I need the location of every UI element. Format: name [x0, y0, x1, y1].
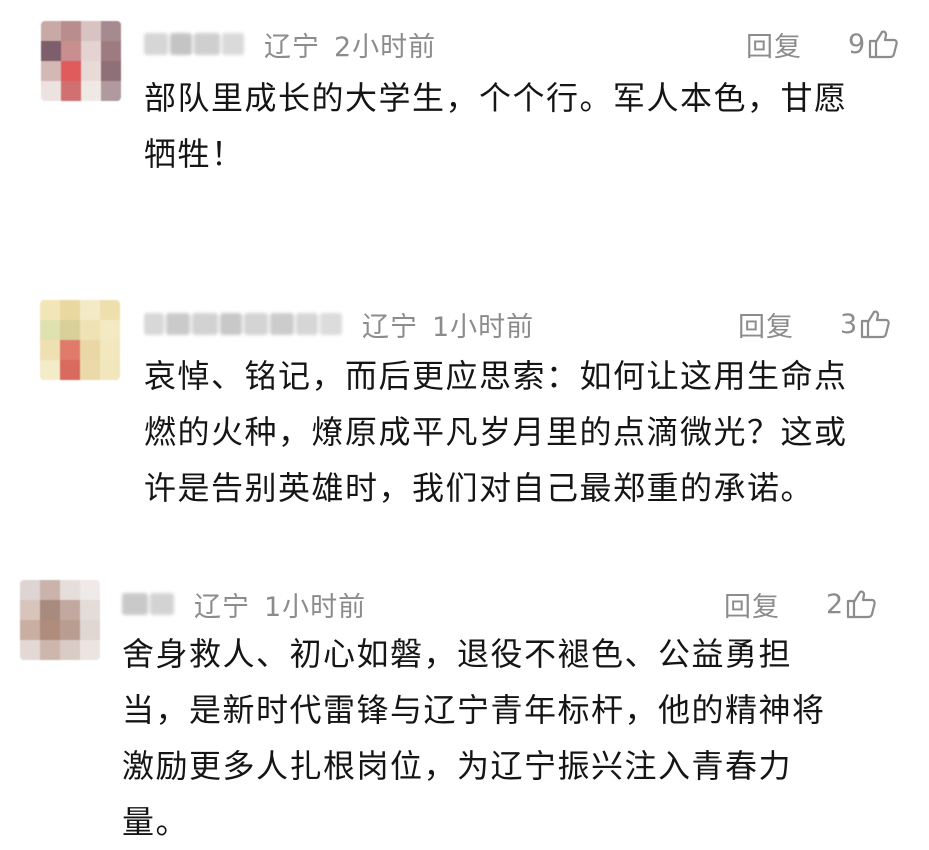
timestamp: 2小时前	[334, 31, 437, 63]
avatar-pixel	[100, 360, 120, 380]
avatar-pixel	[20, 600, 40, 620]
region-label: 辽宁	[362, 311, 418, 343]
avatar-pixel	[40, 580, 60, 600]
avatar-pixel	[41, 41, 61, 61]
username-blurred[interactable]	[144, 31, 246, 57]
comment-meta: 辽宁 1小时前	[144, 304, 534, 344]
avatar-pixel	[80, 340, 100, 360]
avatar-pixel	[41, 61, 61, 81]
username-blurred[interactable]	[122, 591, 176, 617]
avatar-pixel	[101, 81, 121, 101]
avatar-pixel	[81, 61, 101, 81]
avatar-pixel	[20, 580, 40, 600]
avatar-pixel	[61, 21, 81, 41]
avatar[interactable]	[20, 580, 100, 660]
avatar-pixel	[100, 340, 120, 360]
thumbs-up-icon[interactable]	[845, 588, 877, 620]
avatar-pixel	[100, 300, 120, 320]
like-count: 9	[848, 28, 866, 60]
comment-text: 舍身救人、初心如磐，退役不褪色、公益勇担 当，是新时代雷锋与辽宁青年标杆，他的精…	[122, 635, 826, 841]
comment-text: 哀悼、铭记，而后更应思索：如何让这用生命点 燃的火种，燎原成平凡岁月里的点滴微光…	[144, 357, 848, 507]
comment-actions: 回复 3	[738, 304, 891, 344]
username-blurred[interactable]	[144, 311, 344, 337]
avatar-pixel	[80, 640, 100, 660]
avatar-pixel	[41, 81, 61, 101]
like-count: 2	[826, 588, 844, 620]
avatar-pixel	[60, 600, 80, 620]
avatar-pixel	[41, 21, 61, 41]
avatar-mosaic	[40, 300, 120, 380]
avatar-pixel	[61, 81, 81, 101]
avatar-mosaic	[41, 21, 121, 101]
comment-item: 辽宁 2小时前 回复 9 部队里成长的大学生，个个行。军人本色，甘愿 牺牲！	[0, 0, 929, 290]
avatar-pixel	[60, 320, 80, 340]
avatar-pixel	[60, 300, 80, 320]
avatar-pixel	[20, 640, 40, 660]
avatar-pixel	[40, 620, 60, 640]
avatar-pixel	[40, 600, 60, 620]
avatar-pixel	[40, 300, 60, 320]
avatar-pixel	[60, 360, 80, 380]
comment-actions: 回复 2	[724, 584, 877, 624]
avatar-pixel	[60, 340, 80, 360]
timestamp: 1小时前	[264, 591, 367, 623]
avatar-pixel	[60, 640, 80, 660]
thumbs-up-icon[interactable]	[859, 308, 891, 340]
comment-meta: 辽宁 1小时前	[122, 584, 366, 624]
avatar-pixel	[60, 620, 80, 640]
comment-actions: 回复 9	[746, 24, 899, 64]
avatar-pixel	[81, 21, 101, 41]
like-count: 3	[840, 308, 858, 340]
avatar-pixel	[101, 61, 121, 81]
avatar-pixel	[80, 580, 100, 600]
avatar-pixel	[40, 320, 60, 340]
avatar-pixel	[80, 300, 100, 320]
avatar[interactable]	[40, 300, 120, 380]
avatar-pixel	[80, 600, 100, 620]
avatar-pixel	[100, 320, 120, 340]
reply-button[interactable]: 回复	[738, 305, 794, 344]
avatar-pixel	[60, 580, 80, 600]
avatar-pixel	[80, 360, 100, 380]
avatar-pixel	[80, 620, 100, 640]
avatar-pixel	[101, 41, 121, 61]
avatar-pixel	[40, 640, 60, 660]
region-label: 辽宁	[194, 591, 250, 623]
thumbs-up-icon[interactable]	[867, 28, 899, 60]
region-label: 辽宁	[264, 31, 320, 63]
avatar-pixel	[20, 620, 40, 640]
avatar[interactable]	[41, 21, 121, 101]
comment-meta: 辽宁 2小时前	[144, 24, 436, 64]
avatar-pixel	[80, 320, 100, 340]
comment-item: 辽宁 1小时前 回复 3 哀悼、铭记，而后更应思索：如何让这用生命点 燃的火种，…	[0, 290, 929, 580]
avatar-pixel	[81, 81, 101, 101]
reply-button[interactable]: 回复	[724, 585, 780, 624]
avatar-pixel	[101, 21, 121, 41]
avatar-pixel	[40, 360, 60, 380]
avatar-pixel	[61, 61, 81, 81]
comment-text: 部队里成长的大学生，个个行。军人本色，甘愿 牺牲！	[144, 79, 848, 173]
timestamp: 1小时前	[432, 311, 535, 343]
avatar-pixel	[81, 41, 101, 61]
comment-item: 辽宁 1小时前 回复 2 舍身救人、初心如磐，退役不褪色、公益勇担 当，是新时代…	[0, 580, 929, 850]
avatar-mosaic	[20, 580, 100, 660]
avatar-pixel	[61, 41, 81, 61]
reply-button[interactable]: 回复	[746, 25, 802, 64]
avatar-pixel	[40, 340, 60, 360]
